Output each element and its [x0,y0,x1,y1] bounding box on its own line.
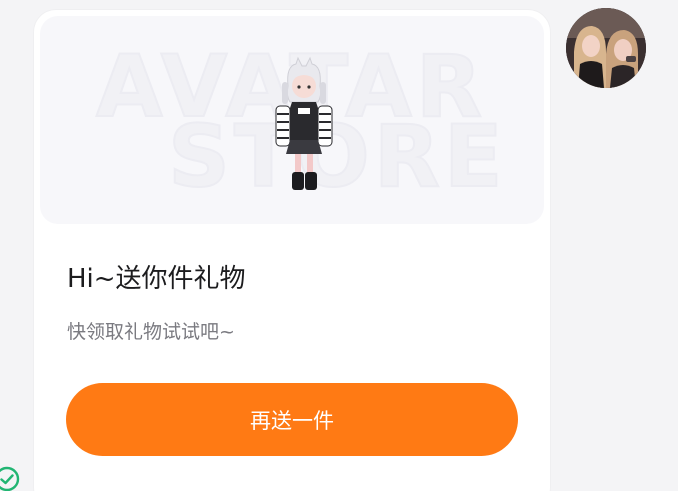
card-subtitle: 快领取礼物试试吧~ [67,321,235,343]
check-circle-icon [0,466,20,491]
user-avatar[interactable] [566,8,646,88]
gift-screen: AVATAR STORE [0,0,678,491]
avatar-photo-icon [566,8,646,88]
send-another-button[interactable]: 再送一件 [66,383,518,456]
avatar-store-banner: AVATAR STORE [40,16,544,224]
card-title: Hi~送你件礼物 [67,264,246,294]
gift-card: AVATAR STORE [34,10,550,491]
avatar-character-figure [275,56,333,190]
